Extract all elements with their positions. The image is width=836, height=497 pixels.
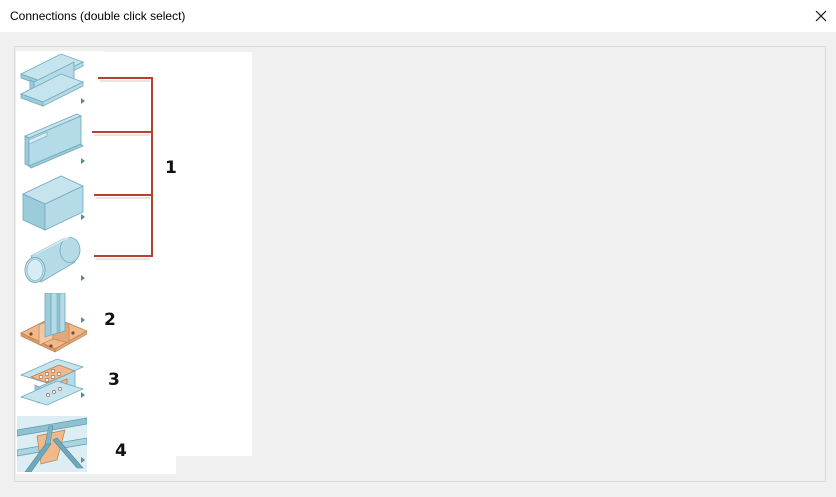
- connection-item-base-plate[interactable]: [17, 293, 87, 353]
- callout-number-4: 4: [115, 441, 127, 461]
- section-group-bracket: [92, 77, 153, 260]
- item-arrow-icon: [81, 317, 85, 323]
- connection-item-splice[interactable]: [17, 355, 87, 415]
- channel-beam-icon: [24, 113, 84, 169]
- item-arrow-icon: [81, 392, 85, 398]
- connection-item-channel[interactable]: [17, 112, 87, 170]
- base-plate-icon: [20, 293, 87, 353]
- pipe-section-icon: [24, 237, 81, 283]
- callout-number-2: 2: [104, 310, 116, 330]
- connection-item-box-section[interactable]: [17, 172, 87, 232]
- bracing-gusset-icon: [17, 416, 87, 472]
- callout-number-1: 1: [165, 158, 177, 178]
- item-arrow-icon: [81, 98, 85, 104]
- close-icon: [815, 10, 827, 22]
- item-arrow-icon: [81, 275, 85, 281]
- item-arrow-icon: [81, 457, 85, 463]
- i-beam-icon: [19, 53, 85, 107]
- title-bar: Connections (double click select): [0, 0, 836, 32]
- item-arrow-icon: [81, 214, 85, 220]
- connection-item-pipe[interactable]: [17, 232, 87, 290]
- splice-plate-icon: [19, 358, 85, 406]
- callout-number-3: 3: [108, 370, 120, 390]
- box-section-icon: [22, 175, 84, 231]
- close-button[interactable]: [807, 2, 835, 30]
- item-arrow-icon: [81, 158, 85, 164]
- connection-item-bracing[interactable]: [17, 416, 87, 472]
- connection-item-i-beam[interactable]: [17, 52, 87, 110]
- window-title: Connections (double click select): [10, 9, 186, 23]
- palette-edge: [104, 51, 252, 52]
